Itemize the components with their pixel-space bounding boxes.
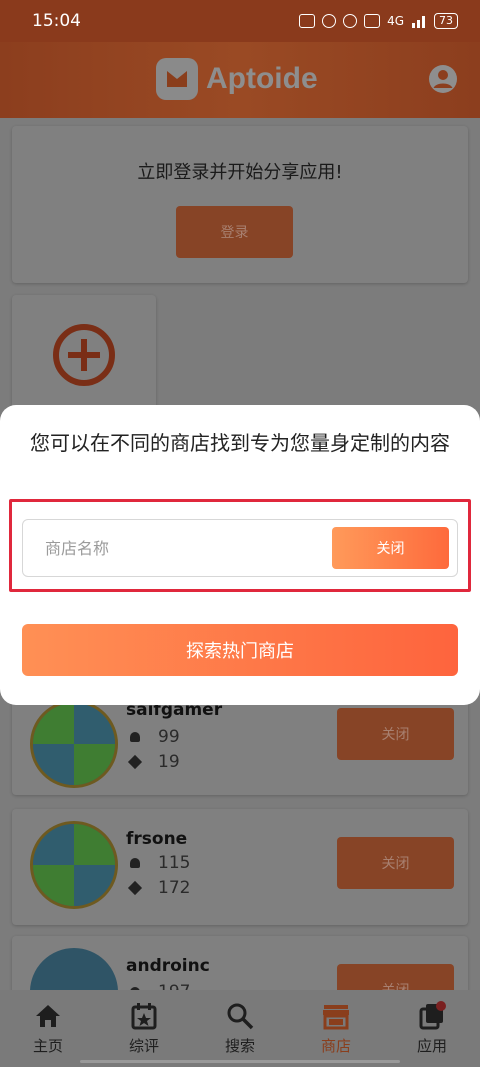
- app-logo: Aptoide: [156, 58, 318, 100]
- nav-label-stores: 商店: [320, 1037, 351, 1055]
- store-card[interactable]: androinc 197 关闭: [12, 936, 468, 990]
- status-icons: 4G 73: [299, 13, 458, 29]
- store-followers: 197: [130, 982, 190, 990]
- store-followers: 99: [130, 727, 180, 747]
- status-bar: 15:04 4G 73: [0, 0, 480, 42]
- search-icon: [227, 1003, 254, 1030]
- app-title: Aptoide: [206, 62, 318, 95]
- layers-icon: [127, 754, 143, 770]
- store-action-button[interactable]: 关闭: [337, 837, 454, 889]
- hd-icon: [364, 14, 381, 28]
- store-followers: 115: [130, 853, 190, 873]
- dialog-title: 您可以在不同的商店找到专为您量身定制的内容: [30, 431, 450, 455]
- login-button[interactable]: 登录: [176, 206, 293, 258]
- home-icon: [36, 1005, 60, 1027]
- calendar-star-icon: [131, 1003, 157, 1030]
- notification-dot: [436, 1001, 446, 1011]
- login-card: 立即登录并开始分享应用! 登录: [12, 126, 468, 283]
- store-apps-count: 172: [127, 878, 190, 898]
- store-action-button[interactable]: 关闭: [337, 708, 454, 760]
- store-name-input[interactable]: [33, 520, 323, 576]
- nav-apps[interactable]: 应用: [384, 990, 480, 1067]
- add-store-card[interactable]: [12, 295, 156, 415]
- nav-label-apps: 应用: [416, 1037, 447, 1055]
- store-action-button[interactable]: 关闭: [337, 964, 454, 990]
- login-message: 立即登录并开始分享应用!: [137, 162, 343, 183]
- aptoide-logo-icon: [156, 58, 198, 100]
- nav-home[interactable]: 主页: [0, 990, 96, 1067]
- nav-label-home: 主页: [32, 1037, 63, 1055]
- mute-icon: [343, 14, 358, 28]
- store-name: androinc: [126, 956, 210, 976]
- home-indicator: [80, 1060, 400, 1063]
- add-store-dialog: 您可以在不同的商店找到专为您量身定制的内容 关闭 探索热门商店: [0, 405, 480, 705]
- alarm-icon: [322, 14, 337, 28]
- store-avatar: [30, 821, 118, 909]
- signal-icon: [412, 16, 425, 28]
- store-name: frsone: [126, 829, 188, 849]
- account-circle-icon[interactable]: [428, 64, 458, 94]
- close-button[interactable]: 关闭: [332, 527, 449, 569]
- store-card[interactable]: saifgamer 99 19 关闭: [12, 690, 468, 795]
- nav-label-search: 搜索: [224, 1037, 255, 1055]
- store-icon: [323, 1005, 349, 1030]
- explore-stores-button[interactable]: 探索热门商店: [22, 624, 458, 676]
- store-card[interactable]: frsone 115 172 关闭: [12, 809, 468, 925]
- store-apps-count: 19: [127, 752, 180, 772]
- store-search-box: 关闭: [22, 519, 458, 577]
- battery-indicator: 73: [434, 13, 458, 29]
- store-avatar: [30, 700, 118, 788]
- person-icon: [130, 732, 140, 742]
- status-time: 15:04: [32, 11, 81, 31]
- nav-reviews[interactable]: 综评: [96, 990, 192, 1067]
- person-icon: [130, 858, 140, 868]
- store-avatar: [30, 948, 118, 990]
- app-bar: Aptoide: [0, 42, 480, 118]
- bottom-nav: 主页 综评 搜索 商店 应用: [0, 990, 480, 1067]
- vpn-icon: [299, 14, 316, 28]
- nav-search[interactable]: 搜索: [192, 990, 288, 1067]
- layers-icon: [127, 880, 143, 896]
- apps-library-icon: [419, 1001, 446, 1030]
- nav-stores[interactable]: 商店: [288, 990, 384, 1067]
- add-circle-icon: [53, 324, 115, 386]
- nav-label-reviews: 综评: [128, 1037, 159, 1055]
- network-type: 4G: [387, 14, 404, 28]
